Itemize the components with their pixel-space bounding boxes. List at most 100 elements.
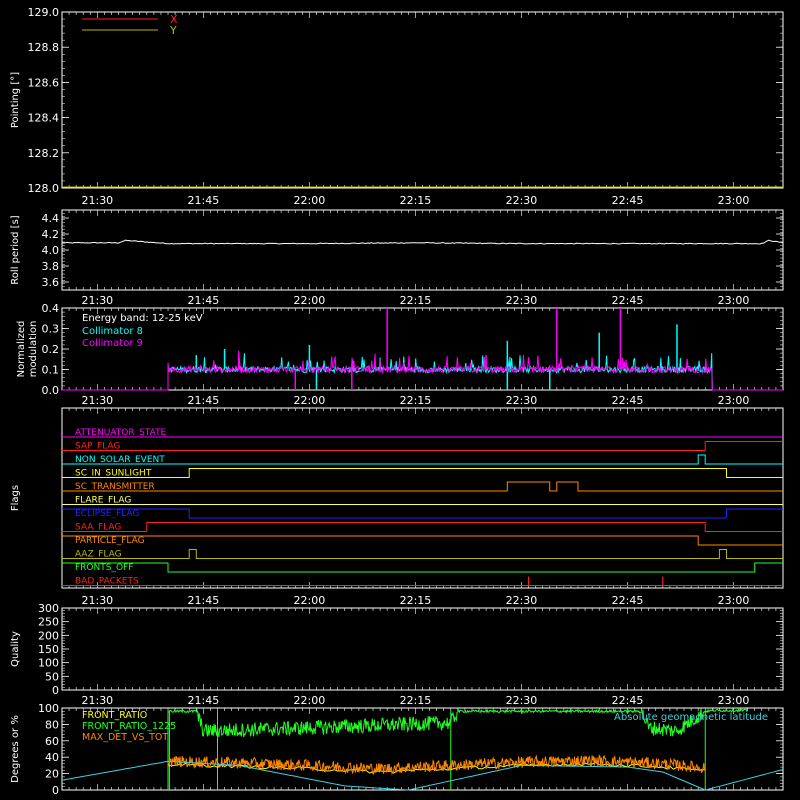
quality-time-label: 22:15	[400, 694, 432, 707]
pointing-time-label: 23:00	[718, 194, 750, 207]
pointing-time-label: 21:45	[188, 194, 220, 207]
flags-panel: 21:30 21:45 22:00 22:15 22:30 22:45 23:00 Flags…	[10, 407, 784, 607]
roll-time-label: 22:45	[612, 294, 644, 307]
modulation-y-tick-label: 0.0	[42, 384, 60, 397]
quality-time-label: 23:00	[718, 694, 750, 707]
flag-label: SAP_FLAG	[75, 442, 120, 452]
flags-time-label: 21:45	[188, 594, 220, 607]
flag-label: SC_TRANSMITTER	[75, 482, 155, 492]
flag-label: ATTENUATOR_STATE	[75, 428, 167, 438]
modulation-time-label: 22:45	[612, 394, 644, 407]
quality-time-label: 21:30	[81, 694, 113, 707]
ratios-y-tick-label: 80	[45, 718, 59, 731]
modulation-y-tick-label: 0.4	[42, 302, 60, 315]
flag-line	[62, 508, 783, 519]
modulation-time-label: 22:00	[294, 394, 326, 407]
max-det-vs-tot-line	[167, 754, 706, 776]
pointing-y-tick-label: 129.0	[28, 6, 60, 19]
pointing-frame	[61, 11, 784, 189]
quality-y-tick-label: 200	[38, 629, 59, 642]
quality-y-tick-label: 300	[38, 602, 59, 615]
pointing-ylabel: Pointing [°]	[10, 72, 21, 128]
flags-time-label: 21:30	[81, 594, 113, 607]
quality-y-tick-label: 50	[45, 670, 59, 683]
pointing-time-label: 21:30	[81, 194, 113, 207]
flag-label: FLARE_FLAG	[75, 496, 131, 506]
flag-line	[62, 454, 783, 465]
roll-time-label: 23:00	[718, 294, 750, 307]
roll-time-label: 21:30	[81, 294, 113, 307]
ratios-y-tick-label: 20	[45, 768, 59, 781]
quality-y-tick-label: 0	[52, 684, 59, 697]
quality-frame	[61, 607, 784, 691]
pointing-y-tick-label: 128.2	[28, 147, 60, 160]
pointing-y-tick-label: 128.8	[28, 41, 60, 54]
roll-time-label: 22:30	[506, 294, 538, 307]
modulation-time-label: 22:30	[506, 394, 538, 407]
flag-label: NON_SOLAR_EVENT	[75, 455, 165, 465]
legend-label: FRONT_RATIO	[82, 710, 147, 721]
modulation-time-label: 21:30	[81, 394, 113, 407]
flags-time-label: 22:45	[612, 594, 644, 607]
legend-label: Collimator 8	[82, 326, 143, 337]
ratios-ylabel: Degrees or %	[10, 715, 21, 783]
ratios-y-tick-label: 0	[52, 784, 59, 797]
flag-label: SAA_FLAG	[75, 523, 121, 533]
roll-ylabel: Roll period [s]	[10, 215, 21, 284]
quality-y-tick-label: 150	[38, 643, 59, 656]
roll-y-tick-label: 4.0	[42, 244, 60, 257]
flag-label: AAZ_FLAG	[75, 550, 122, 560]
flag-line	[62, 441, 783, 451]
pointing-panel: 21:30 21:45 22:00 22:15 22:30 22:45 23:00 128.0…	[10, 6, 784, 207]
pointing-time-label: 22:45	[612, 194, 644, 207]
quality-y-tick-label: 100	[38, 657, 59, 670]
modulation-time-label: 22:15	[400, 394, 432, 407]
roll-y-tick-label: 4.4	[42, 212, 60, 225]
quality-time-label: 22:30	[506, 694, 538, 707]
roll-panel: 21:30 21:45 22:00 22:15 22:30 22:45 23:00 3.6 3.…	[10, 209, 784, 307]
pointing-time-label: 22:30	[506, 194, 538, 207]
quality-y-tick-label: 250	[38, 616, 59, 629]
flag-line	[62, 468, 783, 478]
flag-label: SC_IN_SUNLIGHT	[75, 469, 152, 479]
flag-label: PARTICLE_FLAG	[75, 536, 145, 546]
modulation-time-label: 21:45	[188, 394, 220, 407]
roll-period-line	[61, 239, 784, 245]
modulation-y-tick-label: 0.2	[42, 343, 60, 356]
pointing-time-label: 22:00	[294, 194, 326, 207]
flag-label: BAD_PACKETS	[75, 577, 139, 587]
quality-panel: 21:30 21:45 22:00 22:15 22:30 22:45 23:00 05010…	[10, 602, 784, 707]
roll-time-label: 21:45	[188, 294, 220, 307]
roll-time-label: 22:15	[400, 294, 432, 307]
pointing-y-tick-label: 128.0	[28, 182, 60, 195]
flags-frame	[61, 407, 784, 589]
modulation-y-tick-label: 0.3	[42, 323, 60, 336]
quality-time-label: 21:45	[188, 694, 220, 707]
flags-time-label: 23:00	[718, 594, 750, 607]
pointing-time-label: 22:15	[400, 194, 432, 207]
legend-label: Absolute geomagnetic latitude	[614, 712, 768, 723]
modulation-ylabel: modulation	[28, 321, 39, 378]
modulation-panel: 21:30 21:45 22:00 22:15 22:30 22:45 23:00 0.0 0.…	[16, 302, 784, 407]
roll-frame	[61, 209, 784, 291]
roll-time-label: 22:00	[294, 294, 326, 307]
modulation-energy-band: Energy band: 12-25 keV	[82, 313, 203, 324]
flags-ylabel: Flags	[10, 485, 21, 511]
ratios-y-tick-label: 60	[45, 735, 59, 748]
legend-label: FRONT_RATIO_1225	[82, 721, 176, 732]
pointing-y-tick-label: 128.4	[28, 112, 60, 125]
flags-time-label: 22:00	[294, 594, 326, 607]
ratios-panel: 0 20 40 60 80 100 Degrees or % FRONT_RATIOFRONT…	[10, 702, 784, 797]
flag-label: FRONTS_OFF	[75, 563, 133, 573]
legend-label: Y	[169, 24, 177, 37]
ratios-y-tick-label: 40	[45, 751, 59, 764]
flag-line	[62, 535, 783, 546]
modulation-time-label: 23:00	[718, 394, 750, 407]
roll-y-tick-label: 3.8	[42, 260, 60, 273]
flag-label: ECLIPSE_FLAG	[75, 509, 139, 519]
rhessi-housekeeping-chart: 21:30 21:45 22:00 22:15 22:30 22:45 23:00 128.0…	[10, 6, 784, 797]
flag-line	[62, 562, 783, 573]
legend-label: Collimator 9	[82, 338, 143, 349]
modulation-ylabel: Normalized	[16, 321, 27, 378]
modulation-y-tick-label: 0.1	[42, 364, 60, 377]
